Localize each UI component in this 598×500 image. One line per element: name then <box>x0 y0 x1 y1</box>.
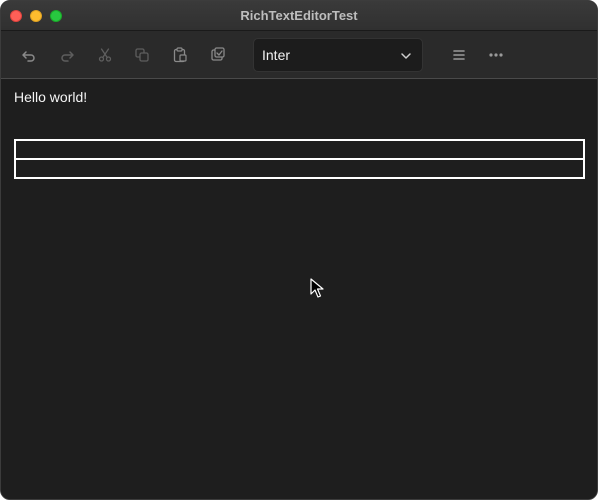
undo-button[interactable] <box>19 45 39 65</box>
font-family-select[interactable]: Inter <box>253 38 423 72</box>
table-row <box>14 139 585 160</box>
editor-paragraph[interactable]: Hello world! <box>14 89 87 105</box>
scissors-icon <box>98 48 112 62</box>
mouse-pointer-icon <box>310 278 324 298</box>
redo-icon <box>61 51 74 62</box>
align-button[interactable] <box>449 45 469 65</box>
cut-button[interactable] <box>95 45 115 65</box>
copy-button[interactable] <box>132 45 152 65</box>
paste-style-button[interactable] <box>208 45 228 65</box>
menu-lines-icon <box>453 50 465 60</box>
paste-icon <box>173 47 187 63</box>
editor-area[interactable]: Hello world! <box>1 80 597 499</box>
table-cell[interactable] <box>14 158 585 179</box>
font-family-value: Inter <box>262 47 291 63</box>
undo-icon <box>22 51 35 62</box>
table-cell[interactable] <box>14 139 585 160</box>
title-bar[interactable]: RichTextEditorTest <box>1 1 597 31</box>
paste-button[interactable] <box>170 45 190 65</box>
toolbar: Inter <box>1 31 597 79</box>
clipboard-check-icon <box>211 47 225 61</box>
app-window: RichTextEditorTest Inter Hello world! <box>0 0 598 500</box>
ellipsis-icon <box>489 53 503 57</box>
table-row <box>14 158 585 179</box>
window-title: RichTextEditorTest <box>240 8 358 23</box>
editor-table[interactable] <box>14 139 585 179</box>
redo-button[interactable] <box>57 45 77 65</box>
chevron-down-icon <box>401 53 411 59</box>
copy-icon <box>135 48 149 62</box>
more-button[interactable] <box>486 45 506 65</box>
